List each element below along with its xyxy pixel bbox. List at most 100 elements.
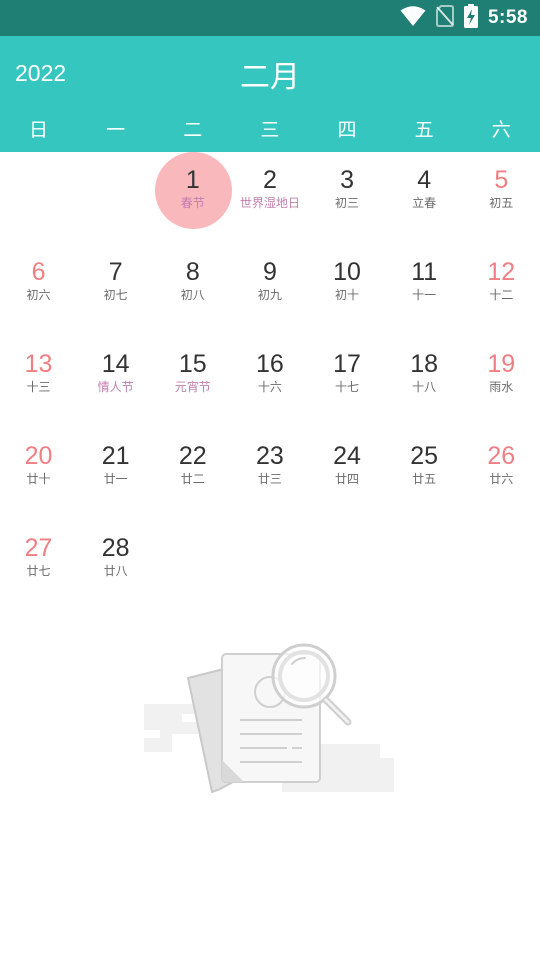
day-cell-11[interactable]: 11 十一 (386, 244, 463, 336)
day-cell-1[interactable]: 1 春节 (154, 152, 233, 244)
lunar-date-label: 十七 (335, 380, 360, 394)
empty-day-cell (463, 520, 540, 612)
empty-day-cell (154, 520, 231, 612)
day-cell-22[interactable]: 22 廿二 (154, 428, 231, 520)
weekday-row: 日 一 二 三 四 五 六 (0, 114, 540, 148)
day-number: 15 (178, 350, 207, 378)
day-cell-23[interactable]: 23 廿三 (231, 428, 308, 520)
weekday-label: 六 (491, 120, 511, 141)
lunar-date-label: 廿五 (412, 472, 437, 486)
lunar-date-label: 初八 (180, 288, 205, 302)
empty-day-cell (0, 152, 77, 244)
lunar-date-label: 廿六 (489, 472, 514, 486)
lunar-date-label: 初十 (335, 288, 360, 302)
lunar-date-label: 初六 (26, 288, 51, 302)
day-number: 22 (178, 442, 207, 470)
lunar-date-label: 廿三 (257, 472, 282, 486)
weekday-label: 三 (260, 120, 280, 141)
festival-label: 元宵节 (174, 380, 211, 394)
day-cell-17[interactable]: 17 十七 (309, 336, 386, 428)
day-cell-14[interactable]: 14 情人节 (77, 336, 154, 428)
day-number: 20 (24, 442, 53, 470)
day-cell-16[interactable]: 16 十六 (231, 336, 308, 428)
empty-day-cell (77, 152, 154, 244)
day-number: 6 (31, 258, 46, 286)
day-cell-18[interactable]: 18 十八 (386, 336, 463, 428)
day-cell-13[interactable]: 13 十三 (0, 336, 77, 428)
calendar-week-row: 13 十三 14 情人节 15 元宵节 16 十六 17 十七 18 十八 19 雨水 (0, 336, 540, 428)
lunar-date-label: 廿十 (26, 472, 51, 486)
weekday-label: 日 (29, 120, 49, 141)
lunar-date-label: 初五 (489, 196, 514, 210)
status-time: 5:58 (487, 7, 528, 28)
calendar-week-row: 20 廿十 21 廿一 22 廿二 23 廿三 24 廿四 25 廿五 26 廿六 (0, 428, 540, 520)
day-number: 23 (256, 442, 284, 470)
day-cell-6[interactable]: 6 初六 (0, 244, 77, 336)
calendar-week-row: 27 廿七 28 廿八 (0, 520, 540, 612)
lunar-date-label: 廿一 (103, 472, 128, 486)
day-number: 5 (494, 166, 509, 194)
calendar-grid: 1 春节 2 世界湿地日 3 初三 4 立春 5 初五 6 初六 7 初七 8 初八 9 初九 10 初十 11 十一 12… (0, 152, 540, 612)
day-number: 4 (417, 166, 432, 194)
day-number: 28 (101, 534, 130, 562)
month-title[interactable]: 二月 (0, 52, 540, 96)
day-number: 8 (185, 258, 200, 286)
day-cell-4[interactable]: 4 立春 (386, 152, 463, 244)
day-cell-8[interactable]: 8 初八 (154, 244, 231, 336)
day-number: 7 (108, 258, 123, 286)
day-number: 25 (410, 442, 439, 470)
day-number: 26 (487, 442, 516, 470)
day-cell-20[interactable]: 20 廿十 (0, 428, 77, 520)
calendar-week-row: 6 初六 7 初七 8 初八 9 初九 10 初十 11 十一 12 十二 (0, 244, 540, 336)
day-cell-27[interactable]: 27 廿七 (0, 520, 77, 612)
empty-day-cell (309, 520, 386, 612)
day-cell-24[interactable]: 24 廿四 (309, 428, 386, 520)
day-cell-3[interactable]: 3 初三 (309, 152, 386, 244)
lunar-date-label: 初九 (257, 288, 282, 302)
lunar-date-label: 初三 (335, 196, 360, 210)
weekday-label: 四 (337, 120, 357, 141)
lunar-date-label: 廿七 (26, 564, 51, 578)
weekday-label: 五 (414, 120, 434, 141)
day-cell-7[interactable]: 7 初七 (77, 244, 154, 336)
status-icons: 5:58 (400, 0, 528, 36)
weekday-label: 二 (183, 120, 203, 141)
day-number: 27 (24, 534, 53, 562)
festival-label: 情人节 (97, 380, 134, 394)
festival-label: 春节 (180, 196, 205, 210)
empty-state-illustration (142, 642, 398, 802)
day-number: 11 (411, 258, 438, 286)
day-cell-10[interactable]: 10 初十 (309, 244, 386, 336)
lunar-date-label: 初七 (103, 288, 128, 302)
festival-label: 世界湿地日 (239, 196, 300, 210)
day-cell-28[interactable]: 28 廿八 (77, 520, 154, 612)
lunar-date-label: 廿四 (335, 472, 360, 486)
battery-charging-icon (463, 3, 478, 33)
empty-document-search-icon (144, 643, 394, 794)
day-number: 18 (410, 350, 439, 378)
no-sim-icon (435, 4, 454, 32)
calendar-week-row: 1 春节 2 世界湿地日 3 初三 4 立春 5 初五 (0, 152, 540, 244)
day-cell-9[interactable]: 9 初九 (231, 244, 308, 336)
day-cell-15[interactable]: 15 元宵节 (154, 336, 231, 428)
day-number: 21 (101, 442, 130, 470)
lunar-date-label: 雨水 (489, 380, 514, 394)
day-cell-12[interactable]: 12 十二 (463, 244, 540, 336)
empty-day-cell (231, 520, 308, 612)
day-number: 16 (256, 350, 284, 378)
day-cell-19[interactable]: 19 雨水 (463, 336, 540, 428)
day-number: 1 (185, 166, 200, 194)
day-cell-2[interactable]: 2 世界湿地日 (231, 152, 308, 244)
day-number: 19 (487, 350, 516, 378)
lunar-date-label: 十六 (257, 380, 282, 394)
calendar-header: 2022 二月 日 一 二 三 四 五 六 (0, 36, 540, 152)
lunar-date-label: 十一 (412, 288, 437, 302)
day-cell-21[interactable]: 21 廿一 (77, 428, 154, 520)
day-number: 9 (262, 258, 277, 286)
day-cell-5[interactable]: 5 初五 (463, 152, 540, 244)
lunar-date-label: 十二 (489, 288, 514, 302)
day-cell-25[interactable]: 25 廿五 (386, 428, 463, 520)
day-cell-26[interactable]: 26 廿六 (463, 428, 540, 520)
lunar-date-label: 十三 (26, 380, 51, 394)
day-number: 24 (333, 442, 361, 470)
